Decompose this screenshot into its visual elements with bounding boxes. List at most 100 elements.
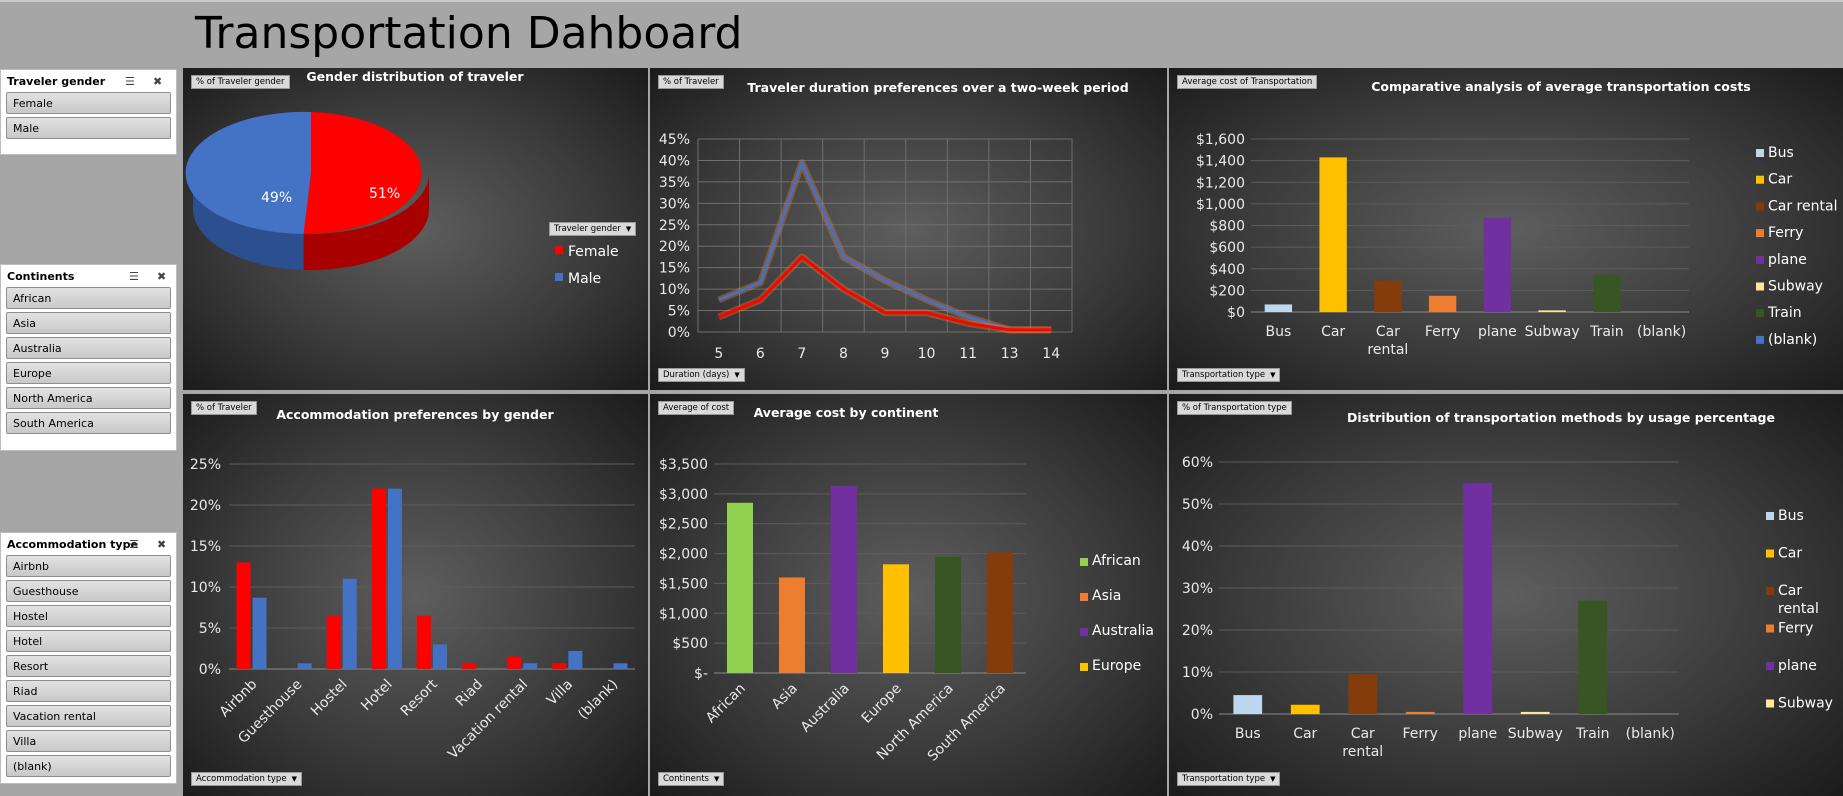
axis-filter-button[interactable]: Continents ▼ (658, 772, 725, 786)
x-tick-label: Subway (1508, 726, 1563, 742)
slicer-item[interactable]: Villa (6, 730, 171, 752)
legend-swatch (1080, 663, 1088, 671)
slicer-item[interactable]: Hostel (6, 605, 171, 627)
legend-label: Ferry (1778, 621, 1813, 637)
legend-label: (blank) (1768, 332, 1817, 348)
legend-swatch (1766, 662, 1774, 670)
y-tick-label: 15% (659, 261, 690, 277)
y-tick-label: $1,500 (659, 576, 708, 592)
legend-label: Car (1778, 546, 1802, 562)
chart-title: Accommodation preferences by gender (276, 407, 554, 422)
field-button[interactable]: % of Transportation type (1177, 401, 1292, 415)
y-tick-label: 20% (1182, 623, 1213, 639)
legend-swatch (1766, 512, 1774, 520)
bar-male (252, 597, 267, 669)
bar-bus (1264, 304, 1293, 312)
y-tick-label: $200 (1209, 283, 1245, 299)
axis-filter-button[interactable]: Transportation type ▼ (1177, 368, 1281, 382)
y-tick-label: 0% (668, 325, 690, 341)
x-tick-label: Vacation rental (445, 677, 531, 763)
x-tick-label: 14 (1042, 346, 1060, 362)
legend-label-female: Female (568, 244, 619, 260)
slicer-item[interactable]: Asia (6, 312, 171, 334)
slicer-item[interactable]: Europe (6, 362, 171, 384)
legend-swatch (1766, 699, 1774, 708)
slicer-item[interactable]: Australia (6, 337, 171, 359)
legend-label: Subway (1778, 696, 1833, 712)
y-tick-label: $3,500 (659, 457, 708, 473)
slicer-item[interactable]: Riad (6, 680, 171, 702)
field-button[interactable]: % of Traveler (658, 75, 724, 89)
bar-car-rental (1348, 674, 1378, 714)
bar-train (1593, 275, 1621, 312)
y-tick-label: 10% (659, 282, 690, 298)
x-tick-label: 9 (881, 346, 890, 362)
legend-filter-button[interactable]: Traveler gender ▼ (549, 222, 637, 236)
legend-swatch-female (555, 246, 563, 254)
legend-swatch (1756, 175, 1764, 184)
axis-filter-button[interactable]: Accommodation type ▼ (191, 772, 302, 786)
y-tick-label: 0% (199, 662, 221, 678)
clear-filter-icon[interactable]: ✖ (153, 75, 162, 88)
slicer-item[interactable]: Vacation rental (6, 705, 171, 727)
x-tick-label: Riad (453, 677, 486, 710)
axis-filter-button[interactable]: Transportation type ▼ (1177, 772, 1281, 786)
y-tick-label: 0% (1191, 707, 1213, 723)
field-button[interactable]: Average cost of Transportation (1177, 75, 1318, 89)
legend-swatch (1756, 309, 1764, 318)
y-tick-label: $0 (1227, 305, 1245, 321)
x-tick-label: Hotel (358, 677, 396, 715)
slicer-item[interactable]: Resort (6, 655, 171, 677)
legend-swatch (1756, 149, 1764, 157)
bar-chart: Accommodation preferences by gender 0% 5% 1… (190, 407, 635, 763)
bar-male (523, 663, 538, 669)
y-tick-label: 20% (659, 239, 690, 255)
field-button[interactable]: % of Traveler (191, 401, 257, 415)
slicer-item[interactable]: Airbnb (6, 555, 171, 577)
x-tick-label: 13 (1001, 346, 1019, 362)
slicer-item[interactable]: (blank) (6, 755, 171, 777)
axis-filter-button[interactable]: Duration (days) ▼ (658, 368, 745, 382)
x-tick-label: Car (1293, 726, 1317, 742)
bar-plane (1483, 217, 1512, 312)
slicer-item[interactable]: Male (6, 117, 171, 139)
legend-label: African (1092, 553, 1141, 569)
slicer-header: Continents ☰ ✖ (1, 265, 176, 287)
slicer-title: Continents (7, 269, 75, 283)
y-tick-label: 45% (659, 132, 690, 148)
x-tick-label: plane (1458, 726, 1497, 742)
bar-male (387, 488, 402, 669)
x-tick-label: Ferry (1403, 726, 1438, 742)
x-tick-label: Ferry (1425, 324, 1460, 340)
x-tick-label: plane (1478, 324, 1517, 340)
y-tick-label: 25% (659, 218, 690, 234)
slicer-item[interactable]: Female (6, 92, 171, 114)
slicer-item[interactable]: North America (6, 387, 171, 409)
chart-title: Distribution of transportation methods b… (1347, 410, 1775, 425)
x-tick-label: Asia (769, 681, 801, 713)
clear-filter-icon[interactable]: ✖ (157, 270, 166, 283)
clear-filter-icon[interactable]: ✖ (157, 538, 166, 551)
legend-label: Ferry (1768, 225, 1803, 241)
slicer-item[interactable]: African (6, 287, 171, 309)
slicer-item[interactable]: Guesthouse (6, 580, 171, 602)
y-tick-label: $3,000 (659, 487, 708, 503)
y-tick-label: 60% (1182, 455, 1213, 471)
legend-swatch (1080, 558, 1088, 566)
legend-swatch (1756, 202, 1764, 211)
field-button[interactable]: Average of cost (658, 401, 735, 415)
y-tick-label: $800 (1209, 219, 1245, 235)
chart-title: Average cost by continent (754, 405, 939, 420)
slicer-item[interactable]: Hotel (6, 630, 171, 652)
x-tick-label: 10 (918, 346, 936, 362)
field-button[interactable]: % of Traveler gender (191, 75, 290, 89)
multi-select-icon[interactable]: ☰ (129, 538, 139, 551)
multi-select-icon[interactable]: ☰ (129, 270, 139, 283)
y-tick-label: $500 (672, 636, 708, 652)
slicer-item[interactable]: South America (6, 412, 171, 434)
chart-panel-duration: Traveler duration preferences over a two… (650, 68, 1167, 390)
legend-label: plane (1768, 252, 1807, 268)
slicer-title: Accommodation type (7, 537, 138, 551)
multi-select-icon[interactable]: ☰ (125, 75, 135, 88)
bar-male (568, 650, 583, 669)
